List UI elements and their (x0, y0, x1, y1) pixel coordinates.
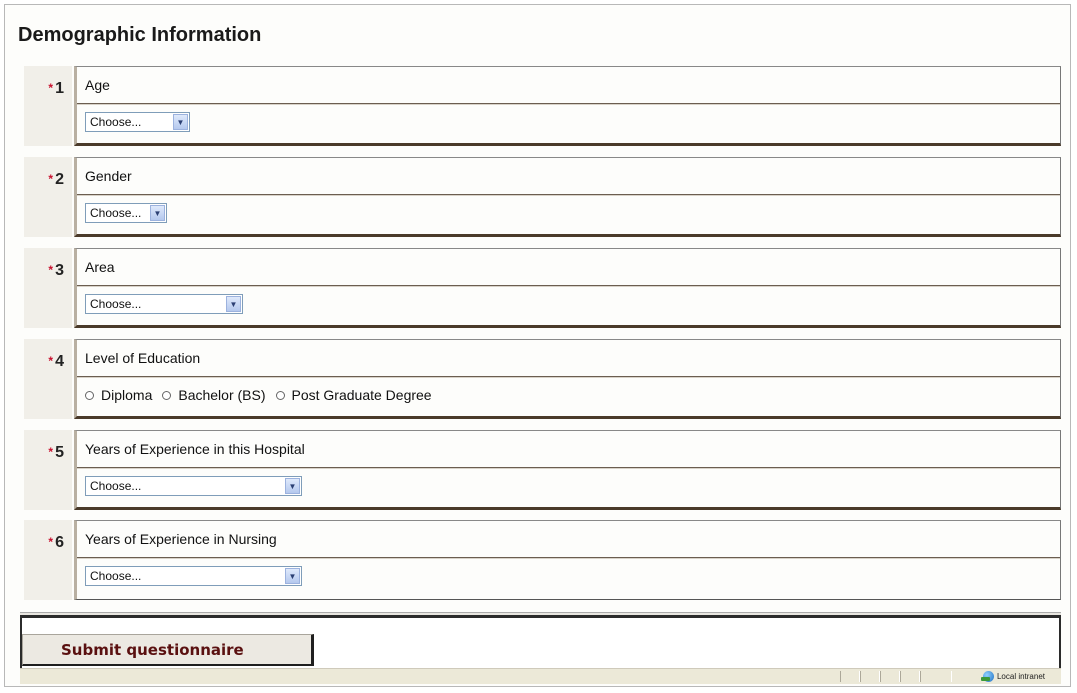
question-label: Area (77, 249, 1060, 286)
education-radio-group: Diploma Bachelor (BS) Post Graduate Degr… (85, 387, 442, 403)
required-marker: * (48, 354, 54, 368)
experience-hospital-select[interactable]: Choose... ▼ (85, 476, 302, 496)
status-segment (860, 671, 880, 682)
radio-bachelor[interactable]: Bachelor (BS) (162, 387, 266, 403)
question-education: * 4 Level of Education Diploma Bachelor … (24, 339, 1061, 419)
question-number: * 1 (24, 66, 72, 146)
answer-area: Choose... ▼ (77, 468, 1060, 504)
question-box: Area Choose... ▼ (74, 248, 1061, 328)
question-label: Years of Experience in Nursing (77, 521, 1060, 558)
required-marker: * (48, 535, 54, 549)
status-segment (920, 671, 952, 682)
radio-button[interactable] (162, 390, 172, 400)
question-label: Years of Experience in this Hospital (77, 431, 1060, 468)
question-number: * 6 (24, 520, 72, 600)
question-box: Age Choose... ▼ (74, 66, 1061, 146)
required-marker: * (48, 263, 54, 277)
answer-area: Choose... ▼ (77, 558, 1060, 594)
question-experience-nursing: * 6 Years of Experience in Nursing Choos… (24, 520, 1061, 600)
radio-button[interactable] (85, 390, 94, 400)
chevron-down-icon[interactable]: ▼ (226, 296, 241, 312)
question-number: * 2 (24, 157, 72, 237)
required-marker: * (48, 445, 54, 459)
globe-icon (980, 671, 994, 682)
status-segment (900, 671, 920, 682)
question-area: * 3 Area Choose... ▼ (24, 248, 1061, 328)
chevron-down-icon[interactable]: ▼ (173, 114, 188, 130)
question-label: Level of Education (77, 340, 1060, 377)
question-age: * 1 Age Choose... ▼ (24, 66, 1061, 146)
answer-area: Choose... ▼ (77, 104, 1060, 140)
question-box: Years of Experience in this Hospital Cho… (74, 430, 1061, 510)
question-box: Gender Choose... ▼ (74, 157, 1061, 237)
question-number: * 3 (24, 248, 72, 328)
chevron-down-icon[interactable]: ▼ (285, 568, 300, 584)
chevron-down-icon[interactable]: ▼ (285, 478, 300, 494)
gender-select[interactable]: Choose... ▼ (85, 203, 167, 223)
status-segment (840, 671, 860, 682)
question-box: Years of Experience in Nursing Choose...… (74, 520, 1061, 600)
chevron-down-icon[interactable]: ▼ (150, 205, 165, 221)
experience-nursing-select[interactable]: Choose... ▼ (85, 566, 302, 586)
question-number: * 5 (24, 430, 72, 510)
required-marker: * (48, 172, 54, 186)
answer-area: Choose... ▼ (77, 195, 1060, 231)
radio-diploma[interactable]: Diploma (85, 387, 152, 403)
question-number: * 4 (24, 339, 72, 419)
question-label: Age (77, 67, 1060, 104)
area-select[interactable]: Choose... ▼ (85, 294, 243, 314)
question-experience-hospital: * 5 Years of Experience in this Hospital… (24, 430, 1061, 510)
radio-button[interactable] (275, 390, 285, 400)
question-gender: * 2 Gender Choose... ▼ (24, 157, 1061, 237)
question-box: Level of Education Diploma Bachelor (BS)… (74, 339, 1061, 419)
question-label: Gender (77, 158, 1060, 195)
status-segment (880, 671, 900, 682)
status-bar: Local intranet (20, 668, 1061, 684)
security-zone[interactable]: Local intranet (980, 670, 1045, 683)
answer-area: Diploma Bachelor (BS) Post Graduate Degr… (77, 377, 1060, 413)
page-title: Demographic Information (18, 24, 262, 46)
radio-post-graduate[interactable]: Post Graduate Degree (275, 387, 432, 403)
answer-area: Choose... ▼ (77, 286, 1060, 322)
age-select[interactable]: Choose... ▼ (85, 112, 190, 132)
submit-button[interactable]: Submit questionnaire (22, 634, 314, 666)
required-marker: * (48, 81, 54, 95)
